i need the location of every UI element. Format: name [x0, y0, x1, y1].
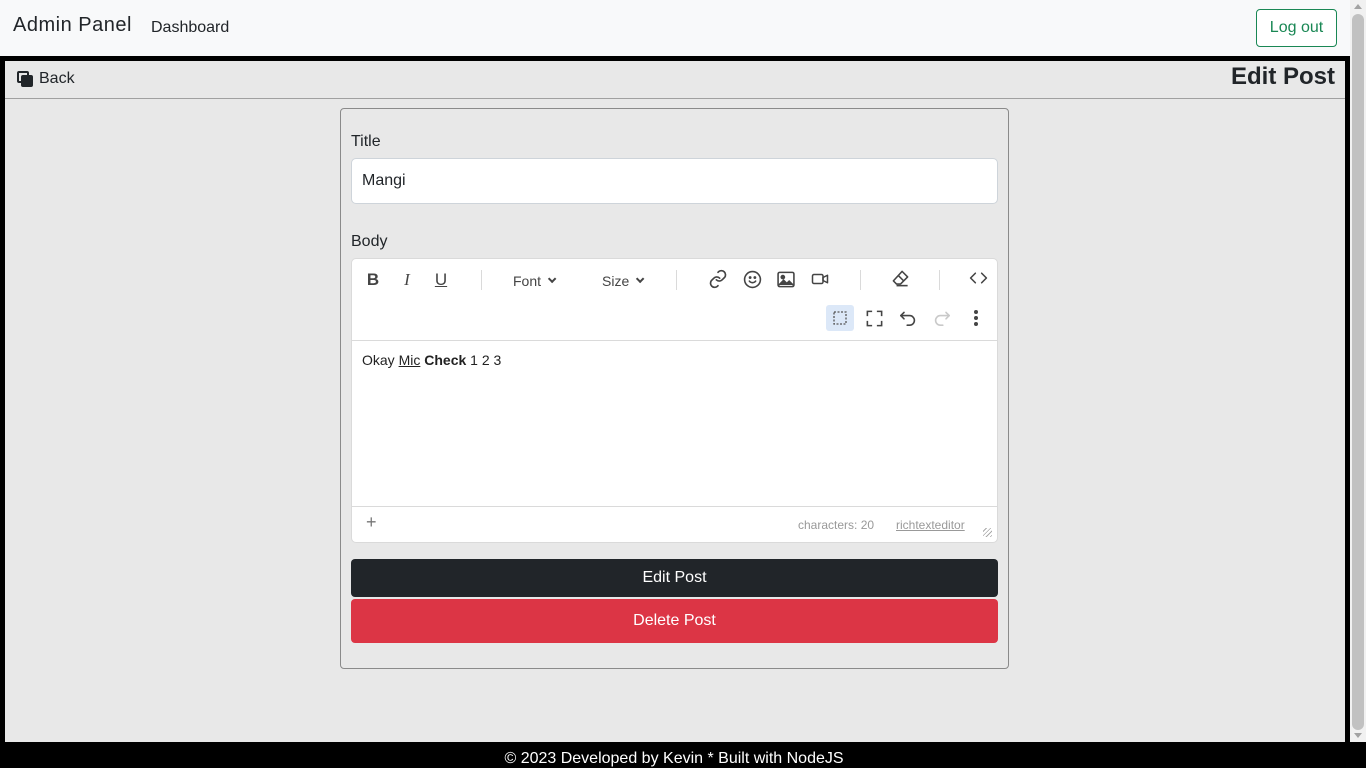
scroll-up-arrow-icon[interactable]	[1354, 4, 1362, 9]
footer-text: © 2023 Developed by Kevin * Built with N…	[504, 750, 844, 767]
font-dropdown-label: Font	[513, 273, 542, 289]
content-bold-text: Check	[424, 352, 467, 368]
size-dropdown-label: Size	[602, 273, 630, 289]
font-dropdown[interactable]: Font	[513, 269, 557, 293]
undo-icon[interactable]	[894, 305, 922, 331]
more-vertical-icon[interactable]	[962, 305, 990, 331]
logout-button[interactable]: Log out	[1256, 9, 1337, 47]
title-label: Title	[351, 133, 381, 150]
back-label: Back	[39, 70, 75, 87]
title-input[interactable]	[351, 158, 998, 204]
link-icon[interactable]	[704, 266, 732, 292]
scroll-down-arrow-icon[interactable]	[1354, 733, 1362, 738]
rich-text-editor: B I U Font Size Okay Mic Check 1 2 3 + c…	[351, 258, 998, 543]
video-icon[interactable]	[806, 266, 834, 292]
editor-content-area[interactable]: Okay Mic Check 1 2 3	[362, 352, 501, 368]
image-icon[interactable]	[772, 266, 800, 292]
page-title: Edit Post	[1230, 63, 1335, 90]
edit-post-button[interactable]: Edit Post	[351, 559, 998, 597]
chevron-down-icon	[547, 274, 557, 284]
main-content: Back Edit Post Title Body B I U Font Siz…	[5, 61, 1345, 742]
toolbar-divider	[481, 270, 482, 290]
eraser-icon[interactable]	[886, 265, 914, 291]
editor-statusbar: + characters: 20 richtexteditor	[352, 506, 997, 542]
character-count: characters: 20	[798, 518, 875, 532]
page-header: Back Edit Post	[5, 61, 1345, 99]
content-text: 1 2 3	[466, 352, 502, 368]
page-scrollbar[interactable]	[1350, 0, 1366, 742]
size-dropdown[interactable]: Size	[602, 269, 645, 293]
body-label: Body	[351, 233, 388, 250]
emoji-icon[interactable]	[738, 266, 766, 292]
select-all-icon[interactable]	[826, 305, 854, 331]
scroll-thumb[interactable]	[1352, 14, 1364, 730]
nav-link-dashboard[interactable]: Dashboard	[151, 19, 229, 37]
content-text: Okay	[362, 352, 399, 368]
resize-handle-icon[interactable]	[983, 528, 992, 537]
toolbar-divider	[676, 270, 677, 290]
fullscreen-icon[interactable]	[860, 305, 888, 331]
back-copy-icon	[17, 71, 34, 87]
top-navbar: Admin Panel Dashboard Log out	[0, 0, 1350, 56]
editor-brand-link[interactable]: richtexteditor	[896, 518, 965, 532]
toolbar-divider	[860, 270, 861, 290]
content-underlined-text: Mic	[398, 352, 421, 368]
underline-icon[interactable]: U	[427, 267, 455, 293]
page-footer: © 2023 Developed by Kevin * Built with N…	[0, 742, 1350, 768]
plus-icon[interactable]: +	[366, 512, 377, 533]
italic-icon[interactable]: I	[393, 267, 421, 293]
code-icon[interactable]	[964, 265, 992, 291]
editor-toolbar: B I U Font Size	[352, 259, 997, 341]
edit-post-form: Title Body B I U Font Size	[340, 108, 1009, 669]
chevron-down-icon	[636, 274, 645, 284]
back-link[interactable]: Back	[17, 70, 75, 88]
brand-logo[interactable]: Admin Panel	[13, 14, 132, 37]
bold-icon[interactable]: B	[359, 267, 387, 293]
toolbar-divider	[939, 270, 940, 290]
delete-post-button[interactable]: Delete Post	[351, 599, 998, 643]
redo-icon[interactable]	[928, 305, 956, 331]
